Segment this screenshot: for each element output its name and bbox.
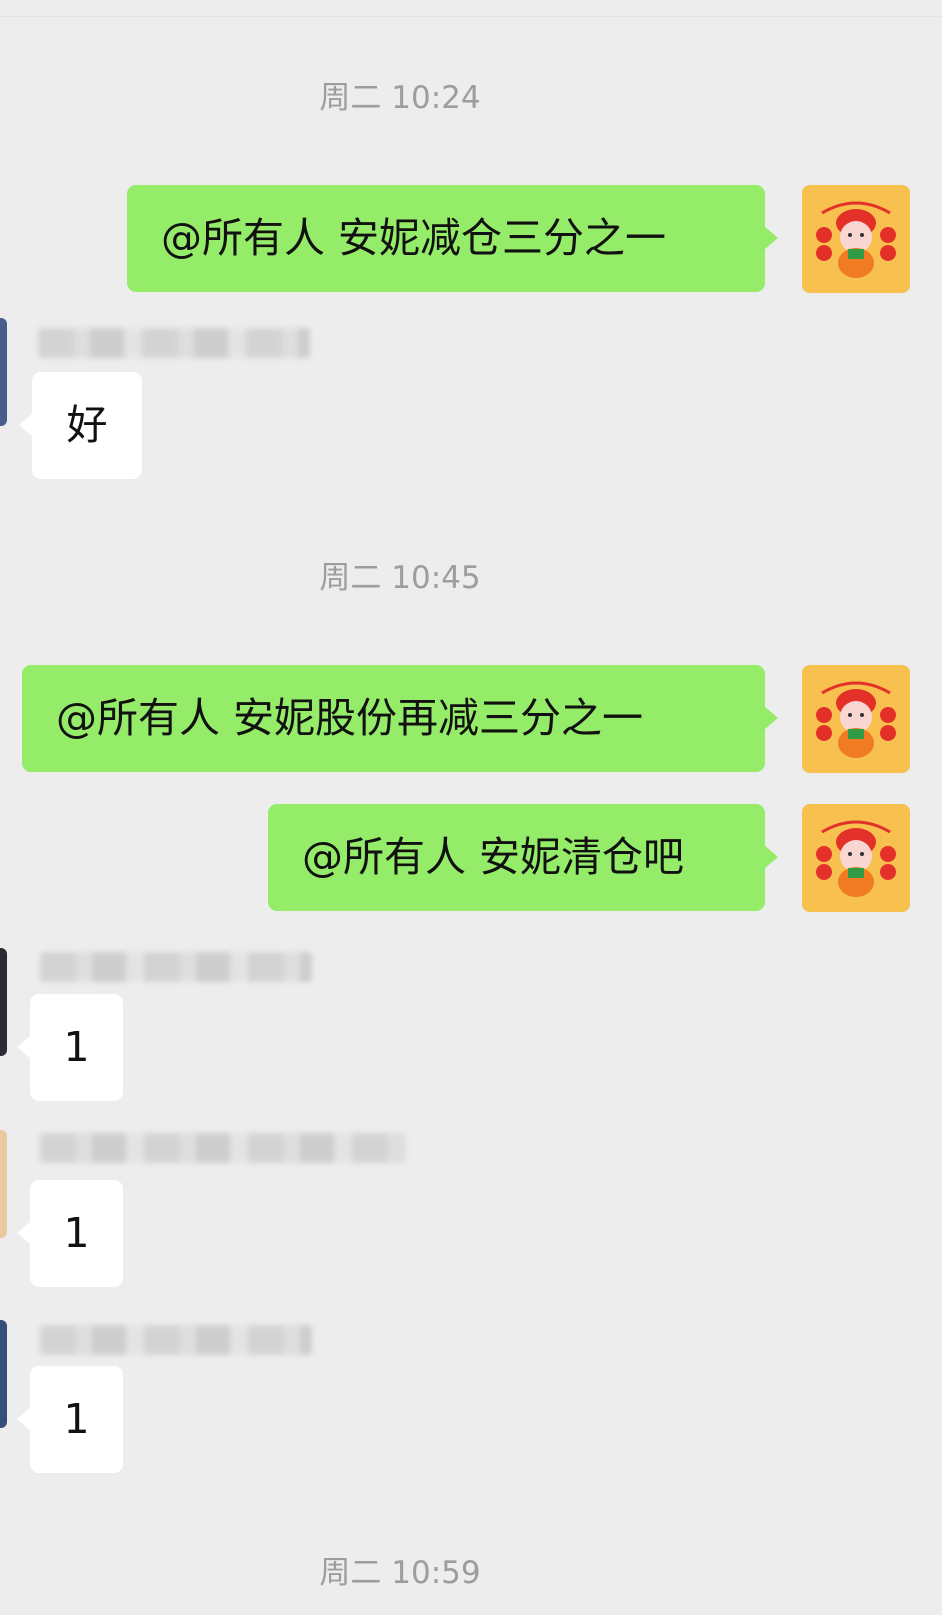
outgoing-message-bubble[interactable]: @所有人 安妮减仓三分之一 [127, 185, 778, 292]
incoming-message-bubble[interactable]: 1 [17, 1366, 123, 1473]
incoming-message-bubble[interactable]: 1 [17, 994, 123, 1101]
incoming-message-bubble[interactable]: 1 [17, 1180, 123, 1287]
peer-avatar[interactable] [0, 318, 7, 426]
self-avatar[interactable] [802, 185, 910, 293]
outgoing-message-bubble[interactable]: @所有人 安妮清仓吧 [268, 804, 778, 911]
timestamp: 周二 10:24 [319, 80, 481, 116]
peer-avatar[interactable] [0, 1320, 7, 1428]
blurred-sender-name [40, 1325, 312, 1355]
outgoing-message-bubble[interactable]: @所有人 安妮股份再减三分之一 [22, 665, 778, 772]
timestamp: 周二 10:59 [319, 1555, 481, 1591]
peer-avatar[interactable] [0, 948, 7, 1056]
self-avatar[interactable] [802, 804, 910, 912]
blurred-sender-name [40, 952, 312, 982]
blurred-sender-name [38, 328, 310, 358]
blurred-sender-name [40, 1133, 405, 1163]
happy-new-year-mascot-icon [802, 665, 910, 773]
happy-new-year-mascot-icon [802, 804, 910, 912]
peer-avatar[interactable] [0, 1130, 7, 1238]
self-avatar[interactable] [802, 665, 910, 773]
incoming-message-bubble[interactable]: 好 [19, 372, 142, 479]
happy-new-year-mascot-icon [802, 185, 910, 293]
timestamp: 周二 10:45 [319, 560, 481, 596]
header-divider [0, 16, 942, 17]
